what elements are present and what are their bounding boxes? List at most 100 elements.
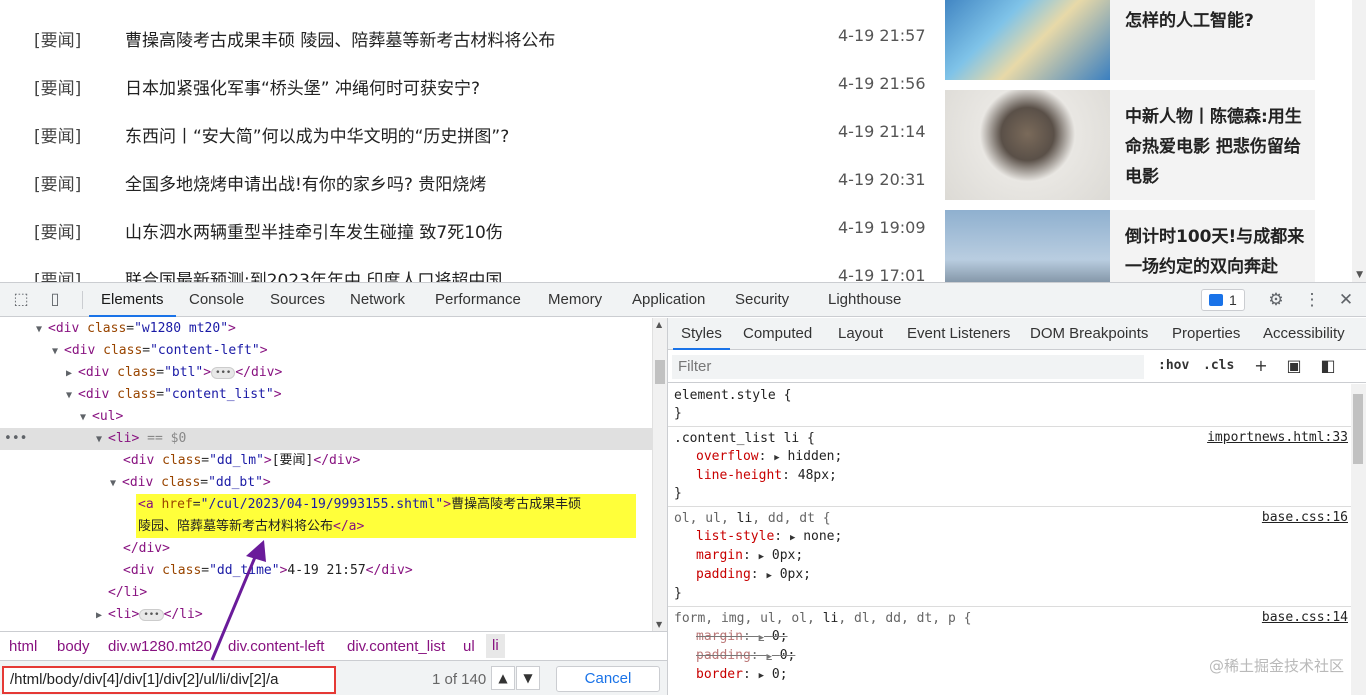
breadcrumb-item[interactable]: ul [463,638,475,655]
scrollbar-thumb[interactable] [1353,394,1363,464]
dom-node[interactable]: ▶ <div class="btl"> ••• </div> [66,362,282,384]
breadcrumb-item[interactable]: div.w1280.mt20 [108,638,212,655]
device-toolbar-icon[interactable]: ▯ [44,289,66,311]
tab-event-listeners[interactable]: Event Listeners [907,318,1010,350]
tab-lighthouse[interactable]: Lighthouse [828,283,901,317]
tab-dom-breakpoints[interactable]: DOM Breakpoints [1030,318,1148,350]
xpath-search-input[interactable]: /html/body/div[4]/div[1]/div[2]/ul/li/di… [2,666,336,694]
news-title-link[interactable]: 曹操高陵考古成果丰硕 陵园、陪葬墓等新考古材料将公布 [125,26,555,51]
rule-source-link[interactable]: importnews.html:33 [1207,430,1348,445]
collapsed-ellipsis-icon[interactable]: ••• [211,366,236,379]
breadcrumb-item[interactable]: html [9,638,37,655]
card-title[interactable]: 中新人物丨陈德森:用生命热爱电影 把悲伤留给电影 [1125,102,1305,192]
dom-node[interactable]: </div> [123,538,170,560]
next-match-button[interactable]: ▼ [516,666,540,690]
tab-application[interactable]: Application [632,283,705,317]
tab-memory[interactable]: Memory [548,283,602,317]
news-title-link[interactable]: 联合国最新预测:到2023年年中 印度人口将超中国 [125,266,502,282]
dom-node[interactable]: <div class="dd_time">4-19 21:57</div> [123,560,413,582]
scroll-up-icon[interactable]: ▲ [656,320,662,329]
card-thumbnail[interactable] [945,210,1110,282]
news-title-link[interactable]: 山东泗水两辆重型半挂牵引车发生碰撞 致7死10伤 [125,218,503,243]
news-title-link[interactable]: 全国多地烧烤申请出战!有你的家乡吗? 贵阳烧烤 [125,170,486,195]
dom-node[interactable]: ▶ <li> ••• </li> [96,604,203,626]
dom-node[interactable]: </li> [108,582,147,604]
tab-properties[interactable]: Properties [1172,318,1240,350]
dom-node[interactable]: ▼ <ul> [80,406,123,428]
more-options-icon[interactable]: ⋮ [1301,289,1323,311]
collapsed-triangle-icon[interactable]: ▶ [66,363,78,385]
tab-layout[interactable]: Layout [838,318,883,350]
tab-network[interactable]: Network [350,283,405,317]
css-declaration-overridden[interactable]: margin: ▶ 0; [674,628,1352,647]
css-declaration[interactable]: line-height: 48px; [674,467,1352,485]
rule-source-link[interactable]: base.css:16 [1262,510,1348,525]
previous-match-button[interactable]: ▲ [491,666,515,690]
rule-selector[interactable]: form, img, ul, ol, li, dl, dd, dt, p { [674,610,1352,628]
rule-source-link[interactable]: base.css:14 [1262,610,1348,625]
collapsed-triangle-icon[interactable]: ▶ [96,605,108,627]
class-toggle[interactable]: .cls [1203,358,1234,373]
dom-node-selected[interactable]: ••• ▼ <li> == $0 [0,428,652,450]
card-title[interactable]: 怎样的人工智能? [1125,6,1305,36]
tab-computed[interactable]: Computed [743,318,812,350]
breadcrumb-item[interactable]: body [57,638,90,655]
hover-state-toggle[interactable]: :hov [1158,358,1189,373]
scrollbar-thumb[interactable] [655,360,665,384]
news-card[interactable]: 怎样的人工智能? [945,0,1315,80]
tab-elements[interactable]: Elements [89,283,175,317]
rule-selector[interactable]: element.style { [674,387,1352,405]
news-title-link[interactable]: 日本加紧强化军事“桥头堡” 冲绳何时可获安宁? [125,74,480,99]
styles-filter-input[interactable]: Filter [672,355,1144,379]
expand-triangle-icon[interactable]: ▼ [36,319,48,341]
new-rule-plus-icon[interactable]: + [1251,355,1271,377]
elements-scrollbar[interactable]: ▲ ▼ [652,318,667,631]
dom-node[interactable]: ▼ <div class="content-left"> [52,340,268,362]
tab-performance[interactable]: Performance [435,283,521,317]
styles-scrollbar[interactable] [1351,384,1366,695]
card-thumbnail[interactable] [945,90,1110,200]
dom-node[interactable]: ▼ <div class="dd_bt"> [110,472,271,494]
css-declaration[interactable]: margin: ▶ 0px; [674,547,1352,566]
styles-sidebar: Styles Computed Layout Event Listeners D… [667,318,1366,695]
expand-triangle-icon[interactable]: ▼ [52,341,64,363]
dom-node[interactable]: <div class="dd_lm">[要闻]</div> [123,450,360,472]
dom-node-match-cont[interactable]: 陵园、陪葬墓等新考古材料将公布</a> [138,516,364,538]
expand-triangle-icon[interactable]: ▼ [110,473,122,495]
node-actions-icon[interactable]: ••• [4,428,27,450]
paint-brush-icon[interactable]: ▣ [1284,355,1304,377]
breadcrumb-item[interactable]: div.content_list [347,638,445,655]
breadcrumb-item-current[interactable]: li [486,634,505,658]
news-card[interactable]: 中新人物丨陈德森:用生命热爱电影 把悲伤留给电影 [945,90,1315,200]
expand-triangle-icon[interactable]: ▼ [80,407,92,429]
collapsed-ellipsis-icon[interactable]: ••• [139,608,164,621]
card-thumbnail[interactable] [945,0,1110,80]
css-declaration[interactable]: padding: ▶ 0px; [674,566,1352,585]
scroll-down-icon[interactable]: ▼ [656,620,662,629]
close-icon[interactable]: ✕ [1335,289,1357,311]
cancel-search-button[interactable]: Cancel [556,666,660,692]
news-title-link[interactable]: 东西问丨“安大简”何以成为中华文明的“历史拼图”? [125,122,509,147]
scroll-down-icon[interactable]: ▼ [1356,270,1363,280]
inspect-element-icon[interactable]: ⬚ [10,289,32,311]
rule-selector[interactable]: ol, ul, li, dd, dt { [674,510,1352,528]
css-declaration[interactable]: list-style: ▶ none; [674,528,1352,547]
breadcrumb-item[interactable]: div.content-left [228,638,324,655]
tab-security[interactable]: Security [735,283,789,317]
tab-accessibility[interactable]: Accessibility [1263,318,1345,350]
issues-button[interactable]: 1 [1201,289,1245,311]
dom-node[interactable]: ▼ <div class="content_list"> [66,384,282,406]
tab-sources[interactable]: Sources [270,283,325,317]
tab-styles[interactable]: Styles [673,318,730,350]
news-card[interactable]: 倒计时100天!与成都来一场约定的双向奔赴 [945,210,1315,282]
css-declaration[interactable]: overflow: ▶ hidden; [674,448,1352,467]
toggle-sidebar-icon[interactable]: ◧ [1318,355,1338,377]
dom-node-match[interactable]: <a href="/cul/2023/04-19/9993155.shtml">… [138,494,581,516]
page-scrollbar[interactable]: ▼ [1352,0,1366,282]
expand-triangle-icon[interactable]: ▼ [96,429,108,451]
settings-gear-icon[interactable]: ⚙ [1265,289,1287,311]
card-title[interactable]: 倒计时100天!与成都来一场约定的双向奔赴 [1125,222,1305,282]
tab-console[interactable]: Console [189,283,244,317]
dom-node[interactable]: ▼ <div class="w1280 mt20"> [36,318,236,340]
expand-triangle-icon[interactable]: ▼ [66,385,78,407]
